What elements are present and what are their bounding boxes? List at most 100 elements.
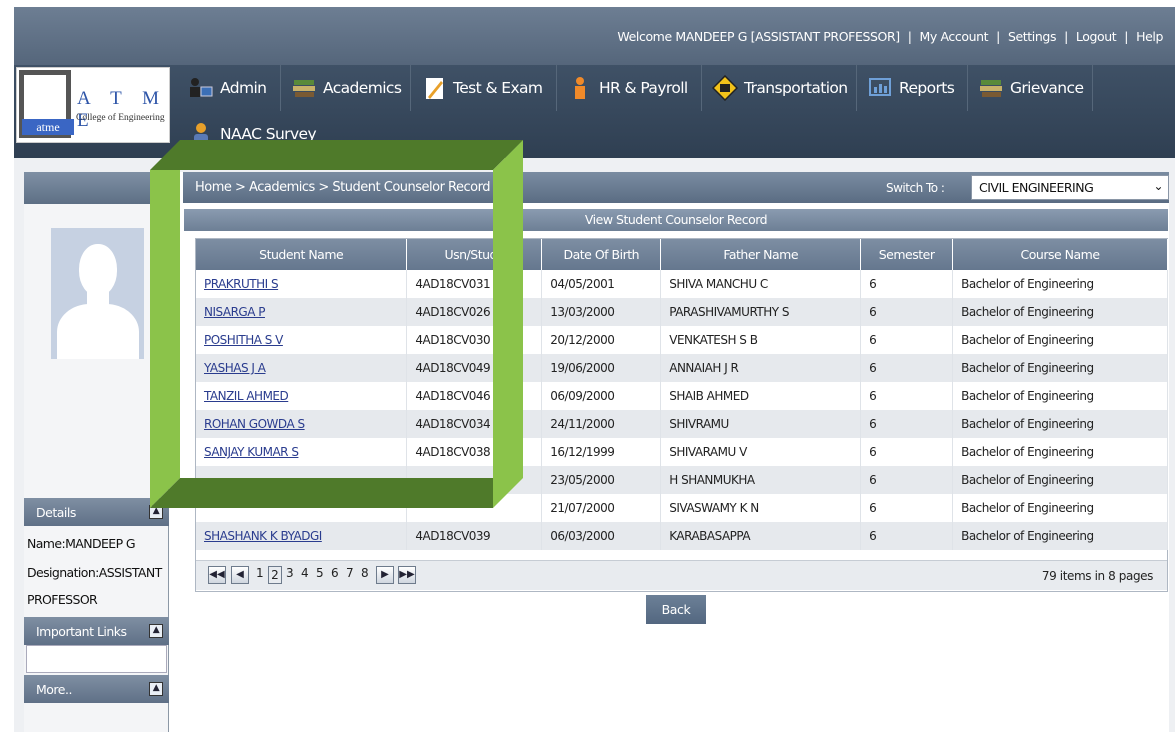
current-page[interactable]: 2 [268, 566, 282, 584]
logout-link[interactable]: Logout [1076, 29, 1117, 44]
nav-naac-survey[interactable]: NAAC Survey [178, 111, 328, 157]
father-name-cell: PARASHIVAMURTHY S [660, 298, 862, 326]
dob-cell: 04/05/2001 [541, 270, 662, 298]
student-name-cell[interactable] [196, 466, 408, 494]
settings-link[interactable]: Settings [1008, 29, 1056, 44]
more-section-header[interactable]: More.. ▲ [24, 675, 169, 703]
course-name-cell: Bachelor of Engineering [952, 466, 1168, 494]
page-link[interactable]: 1 [256, 566, 264, 580]
student-name-link[interactable]: PRAKRUTHI S [204, 277, 279, 291]
table-row[interactable]: 21/07/2000 SIVASWAMY K N 6 Bachelor of Engi… [196, 494, 1168, 522]
student-name-link[interactable]: SANJAY KUMAR S [204, 445, 299, 459]
student-name-cell[interactable]: YASHAS J A [196, 354, 408, 382]
next-page-button[interactable]: ▶ [376, 566, 394, 584]
usn-cell: 4AD18CV031 [406, 270, 543, 298]
dob-cell: 13/03/2000 [541, 298, 662, 326]
table-row[interactable]: 23/05/2000 H SHANMUKHA 6 Bachelor of Engine… [196, 466, 1168, 494]
last-page-button[interactable]: ▶▶ [398, 566, 416, 584]
pager-info: 79 items in 8 pages [1041, 569, 1153, 583]
person-icon [575, 77, 585, 99]
col-student-name[interactable]: Student Name [196, 239, 408, 270]
help-link[interactable]: Help [1136, 29, 1163, 44]
important-links-header[interactable]: Important Links ▲ [24, 617, 169, 645]
top-links: Welcome MANDEEP G [ASSISTANT PROFESSOR] |… [617, 29, 1163, 44]
table-row[interactable]: ROHAN GOWDA S 4AD18CV034 24/11/2000 SHIVRAM… [196, 410, 1168, 438]
usn-cell: 4AD18CV038 [406, 438, 543, 466]
student-name-cell[interactable]: SHASHANK K BYADGI [196, 522, 408, 550]
father-name-cell: SHIVARAMU V [660, 438, 862, 466]
father-name-cell: KARABASAPPA [660, 522, 862, 550]
col-dob[interactable]: Date Of Birth [541, 239, 662, 270]
course-name-cell: Bachelor of Engineering [952, 270, 1168, 298]
first-page-button[interactable]: ◀◀ [208, 566, 226, 584]
department-select-value: CIVIL ENGINEERING [979, 180, 1094, 195]
department-select[interactable]: CIVIL ENGINEERING ⌄ [971, 175, 1169, 200]
col-father-name[interactable]: Father Name [660, 239, 862, 270]
table-row[interactable]: PRAKRUTHI S 4AD18CV031 04/05/2001 SHIVA MAN… [196, 270, 1168, 298]
student-name-link[interactable]: NISARGA P [204, 305, 265, 319]
nav-test-exam-label: Test & Exam [453, 79, 543, 97]
student-name-cell[interactable] [196, 494, 408, 522]
admin-users-icon [190, 78, 213, 97]
student-name-cell[interactable]: POSHITHA S V [196, 326, 408, 354]
my-account-link[interactable]: My Account [920, 29, 989, 44]
chart-icon [869, 78, 891, 96]
semester-cell: 6 [860, 382, 954, 410]
table-row[interactable]: SHASHANK K BYADGI 4AD18CV039 06/03/2000 KAR… [196, 522, 1168, 550]
student-name-link[interactable]: POSHITHA S V [204, 333, 283, 347]
col-semester[interactable]: Semester [860, 239, 954, 270]
semester-cell: 6 [860, 326, 954, 354]
usn-cell [406, 466, 543, 494]
father-name-cell: SHAIB AHMED [660, 382, 862, 410]
col-course-name[interactable]: Course Name [952, 239, 1168, 270]
page-link[interactable]: 7 [346, 566, 354, 580]
student-name-link[interactable]: TANZIL AHMED [204, 389, 289, 403]
page-link[interactable]: 3 [286, 566, 294, 580]
more-title: More.. [36, 682, 72, 697]
nav-test-exam[interactable]: Test & Exam [411, 65, 557, 111]
table-row[interactable]: YASHAS J A 4AD18CV049 19/06/2000 ANNAIAH J … [196, 354, 1168, 382]
table-row[interactable]: POSHITHA S V 4AD18CV030 20/12/2000 VENKATES… [196, 326, 1168, 354]
prev-page-button[interactable]: ◀ [231, 566, 249, 584]
student-name-link[interactable]: YASHAS J A [204, 361, 266, 375]
student-name-cell[interactable]: TANZIL AHMED [196, 382, 408, 410]
student-name-link[interactable]: ROHAN GOWDA S [204, 417, 305, 431]
course-name-cell: Bachelor of Engineering [952, 494, 1168, 522]
dob-cell: 16/12/1999 [541, 438, 662, 466]
student-name-cell[interactable]: NISARGA P [196, 298, 408, 326]
table-row[interactable]: SANJAY KUMAR S 4AD18CV038 16/12/1999 SHIVAR… [196, 438, 1168, 466]
table-row[interactable]: TANZIL AHMED 4AD18CV046 06/09/2000 SHAIB AH… [196, 382, 1168, 410]
table-row[interactable]: NISARGA P 4AD18CV026 13/03/2000 PARASHIVAMU… [196, 298, 1168, 326]
usn-cell: 4AD18CV026 [406, 298, 543, 326]
page-link[interactable]: 5 [316, 566, 324, 580]
nav-transportation[interactable]: Transportation [702, 65, 857, 111]
student-table: Student Name Usn/Stude Date Of Birth Fat… [195, 238, 1168, 592]
nav-academics[interactable]: Academics [281, 65, 411, 111]
details-section-header[interactable]: Details ▲ [24, 498, 169, 526]
collapse-icon[interactable]: ▲ [149, 682, 163, 696]
collapse-icon[interactable]: ▲ [149, 505, 163, 519]
page-link[interactable]: 8 [361, 566, 369, 580]
books-icon [293, 80, 315, 97]
nav-admin[interactable]: Admin [178, 65, 281, 111]
col-usn[interactable]: Usn/Stude [406, 239, 543, 270]
student-name-link[interactable]: SHASHANK K BYADGI [204, 529, 322, 543]
course-name-cell: Bachelor of Engineering [952, 410, 1168, 438]
page-link[interactable]: 6 [331, 566, 339, 580]
nav-grievance[interactable]: Grievance [968, 65, 1093, 111]
logo-letters: A T M E [77, 88, 167, 131]
semester-cell: 6 [860, 438, 954, 466]
nav-admin-label: Admin [220, 79, 267, 97]
back-button[interactable]: Back [646, 595, 706, 624]
semester-cell: 6 [860, 354, 954, 382]
page-link[interactable]: 4 [301, 566, 309, 580]
nav-hr-payroll[interactable]: HR & Payroll [557, 65, 702, 111]
collapse-icon[interactable]: ▲ [149, 624, 163, 638]
student-name-cell[interactable]: SANJAY KUMAR S [196, 438, 408, 466]
nav-reports[interactable]: Reports [857, 65, 968, 111]
nav-hr-payroll-label: HR & Payroll [599, 79, 688, 97]
student-name-cell[interactable]: PRAKRUTHI S [196, 270, 408, 298]
important-links-title: Important Links [36, 624, 127, 639]
student-name-cell[interactable]: ROHAN GOWDA S [196, 410, 408, 438]
usn-cell: 4AD18CV034 [406, 410, 543, 438]
